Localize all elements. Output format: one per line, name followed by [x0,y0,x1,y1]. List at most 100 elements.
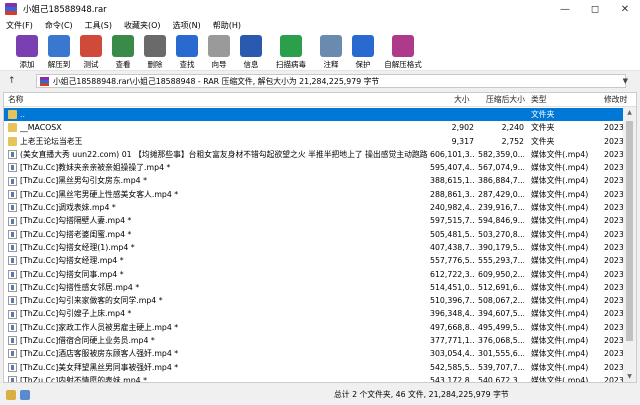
file-name: [ThZu.Cc]勾搭女经理(1).mp4 * [20,242,135,252]
table-row[interactable]: [ThZu.Cc]内射不情愿的表妹.mp4 * 543,172,8... 540,6… [4,374,631,383]
toolbar-button-9[interactable]: 注释 [316,33,346,71]
maximize-button[interactable]: ◻ [580,0,610,18]
table-row[interactable]: .. 文件夹 [4,108,624,122]
table-row[interactable]: [ThZu.Cc]美女拜望黑丝男同事被强奸.mp4 * 542,585,5... 5… [4,361,631,374]
table-row[interactable]: [ThZu.Cc]勾引来家做客的女同学.mp4 * 510,396,7... 508… [4,294,631,307]
chevron-down-icon[interactable]: ▼ [623,77,628,85]
media-file-icon [8,229,17,239]
cell-size: 9,317 [451,136,474,146]
cell-packed: 2,752 [501,136,524,146]
toolbar-button-11[interactable]: 自解压格式 [380,33,426,71]
toolbar-button-6[interactable]: 向导 [204,33,234,71]
table-row[interactable]: [ThZu.Cc]勾引嫂子上床.mp4 * 396,348,4... 394,607… [4,307,631,320]
vertical-scrollbar[interactable]: ▲ ▼ [623,107,636,382]
toolbar-button-0[interactable]: 添加 [12,33,42,71]
cell-size: 543,172,8... [430,375,474,383]
menu-item-3[interactable]: 收藏夹(O) [118,20,167,31]
toolbar-label: 保护 [355,60,371,69]
table-row[interactable]: [ThZu.Cc]勾搭女经理(1).mp4 * 407,438,7... 390,1… [4,241,631,254]
cell-packed: 386,884,7... [478,176,524,186]
folder-icon [8,136,17,146]
info-icon [240,35,262,57]
table-row[interactable]: [ThZu.Cc]调戏表妹.mp4 * 240,982,4... 239,916,7… [4,201,631,214]
cell-size: 2,902 [451,123,474,133]
cell-type: 媒体文件(.mp4) [531,176,589,186]
cell-size: 606,101,3... [430,149,474,159]
table-row[interactable]: __MACOSX 2,902 2,240 文件夹 2023/5 [4,121,631,134]
file-name: [ThZu.Cc]黑丝宅男硬上性感美女客人.mp4 * [20,189,179,199]
toolbar-label: 删除 [147,60,163,69]
toolbar-button-7[interactable]: 信息 [236,33,266,71]
column-name[interactable]: 名称 [8,93,24,107]
scroll-up-icon[interactable]: ▲ [623,107,636,119]
scroll-down-icon[interactable]: ▼ [623,371,636,382]
menu-item-5[interactable]: 帮助(H) [207,20,247,31]
cell-packed: 239,916,7... [478,203,524,213]
cell-packed [478,108,524,121]
cell-packed: 394,607,5... [478,309,524,319]
cell-size [430,108,474,121]
media-file-icon [8,176,17,186]
cell-packed: 540,672,3... [478,375,524,383]
menu-item-2[interactable]: 工具(S) [79,20,118,31]
table-row[interactable]: [ThZu.Cc]勾搭女同事.mp4 * 612,722,3... 609,950,… [4,268,631,281]
toolbar-button-3[interactable]: 查看 [108,33,138,71]
toolbar-button-5[interactable]: 查找 [172,33,202,71]
column-modified[interactable]: 修改时 [604,93,627,107]
cell-type: 媒体文件(.mp4) [531,203,589,213]
table-row[interactable]: [ThZu.Cc]借宿合同硬上业务员.mp4 * 377,771,1... 376,… [4,334,631,347]
test-icon [80,35,102,57]
cell-type: 文件夹 [531,123,555,133]
window-title: 小姐己18588948.rar [23,5,107,15]
toolbar-button-8[interactable]: 扫描病毒 [268,33,314,71]
cell-name: [ThZu.Cc]美女拜望黑丝男同事被强奸.mp4 * [8,361,428,374]
cell-packed: 582,359,0... [478,149,524,159]
media-file-icon [8,376,17,382]
column-size[interactable]: 大小 [454,93,470,107]
table-row[interactable]: [ThZu.Cc]酒店客服被房东顾客人强奸.mp4 * 303,054,4... 3… [4,347,631,360]
table-row[interactable]: 上老王论坛当老王 9,317 2,752 文件夹 2023/5 [4,135,631,148]
cell-type: 媒体文件(.mp4) [531,362,589,372]
cell-packed: 567,074,9... [478,163,524,173]
cell-packed: 539,707,7... [478,362,524,372]
table-row[interactable]: [ThZu.Cc]黑丝宅男硬上性感美女客人.mp4 * 288,861,3... 2… [4,188,631,201]
table-row[interactable]: [ThZu.Cc]勾搭女经理.mp4 * 557,776,5... 555,293,… [4,254,631,267]
toolbar-label: 注释 [323,60,339,69]
table-row[interactable]: (美女直播大秀 uun22.com) 01 【均摊那些事】台粗女富友身材不错勾起… [4,148,631,161]
comment-icon [320,35,342,57]
table-row[interactable]: [ThZu.Cc]勾搭隔壁人妻.mp4 * 597,515,7... 594,846… [4,214,631,227]
column-type[interactable]: 类型 [531,93,547,107]
minimize-button[interactable]: — [550,0,580,18]
file-name: .. [20,110,25,119]
toolbar: 添加 解压到 测试 查看 删除 查找 向导 信息 扫描病毒 注释 保护 自解压格式 [0,33,640,71]
toolbar-label: 测试 [83,60,99,69]
file-name: [ThZu.Cc]借宿合同硬上业务员.mp4 * [20,336,155,346]
path-field[interactable]: 小姐己18588948.rar\小姐己18588948 - RAR 压缩文件, … [36,74,628,88]
cell-size: 388,615,1... [430,176,474,186]
cell-type: 媒体文件(.mp4) [531,336,589,346]
table-row[interactable]: [ThZu.Cc]勾搭老婆闺蜜.mp4 * 505,481,5... 503,270… [4,228,631,241]
table-row[interactable]: [ThZu.Cc]黑丝男勾引女房东.mp4 * 388,615,1... 386,8… [4,174,631,187]
menu-item-1[interactable]: 命令(C) [39,20,79,31]
up-one-level-icon[interactable]: ↑ [8,76,22,86]
cell-name: 上老王论坛当老王 [8,135,428,148]
menu-item-0[interactable]: 文件(F) [0,20,39,31]
media-file-icon [8,322,17,332]
close-button[interactable]: ✕ [610,0,640,18]
menu-bar: 文件(F) 命令(C) 工具(S) 收藏夹(O) 选项(N) 帮助(H) [0,18,640,33]
table-row[interactable]: [ThZu.Cc]家政工作人员被男雇主硬上.mp4 * 497,668,8... 4… [4,321,631,334]
table-row[interactable]: [ThZu.Cc]教妹夹亲亲被亲姐操操了.mp4 * 595,407,4... 56… [4,161,631,174]
cell-packed: 301,555,6... [478,349,524,359]
toolbar-button-1[interactable]: 解压到 [44,33,74,71]
scroll-thumb[interactable] [626,121,633,341]
media-file-icon [8,256,17,266]
toolbar-button-2[interactable]: 测试 [76,33,106,71]
toolbar-button-4[interactable]: 删除 [140,33,170,71]
table-row[interactable]: [ThZu.Cc]勾搭性感女邻居.mp4 * 514,451,0... 512,69… [4,281,631,294]
column-packed[interactable]: 压缩后大小 [486,93,525,107]
toolbar-button-10[interactable]: 保护 [348,33,378,71]
cell-name: [ThZu.Cc]勾搭性感女邻居.mp4 * [8,281,428,294]
address-bar: ↑ 小姐己18588948.rar\小姐己18588948 - RAR 压缩文件… [0,72,640,90]
menu-item-4[interactable]: 选项(N) [167,20,207,31]
cell-type: 媒体文件(.mp4) [531,269,589,279]
